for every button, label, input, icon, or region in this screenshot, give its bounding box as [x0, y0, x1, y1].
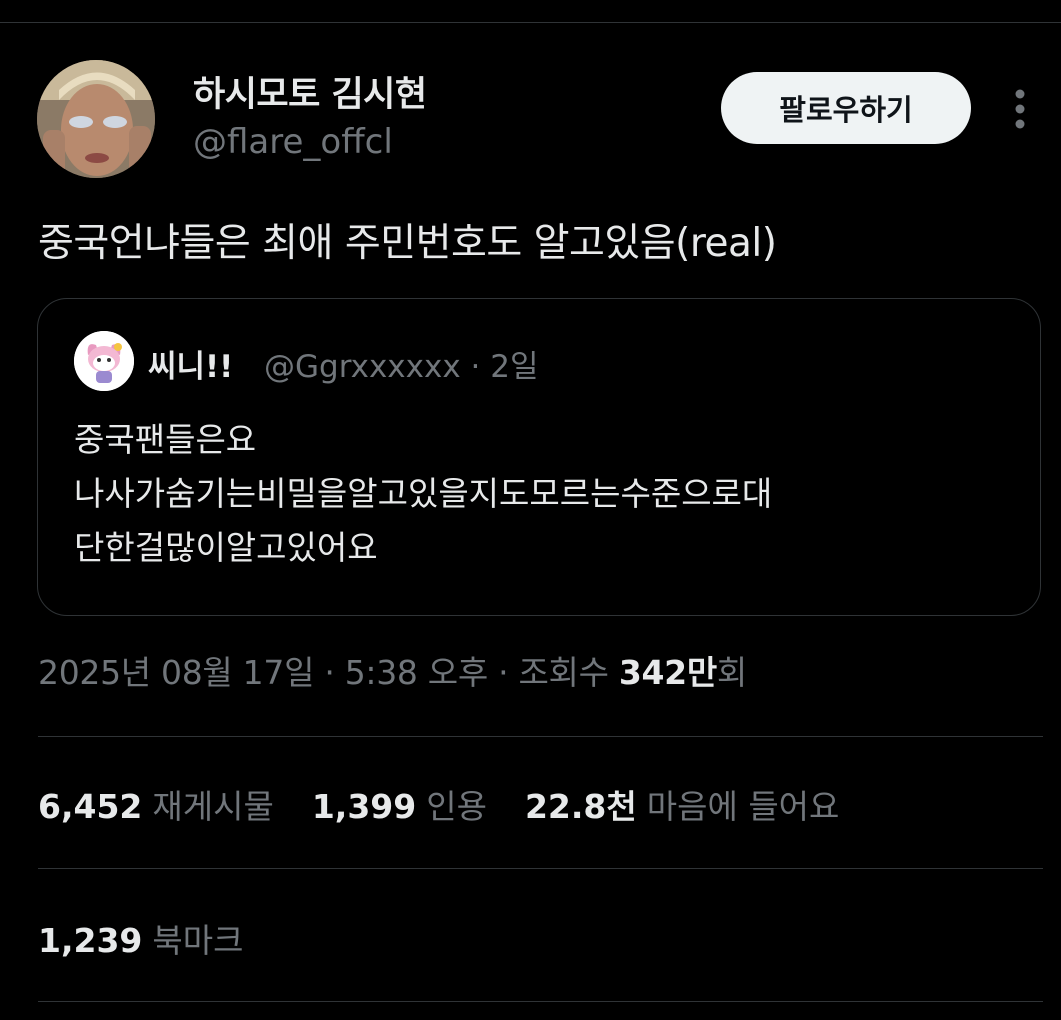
- quoted-tweet-line: 중국팬들은요: [74, 420, 257, 459]
- views-count: 342: [618, 653, 687, 692]
- quoted-author-name[interactable]: 씨니!!: [148, 341, 233, 386]
- reposts-label: 재게시물: [152, 787, 274, 826]
- quoted-author-handle-time: @Ggrxxxxxx · 2일: [264, 349, 539, 385]
- quoted-tweet-line: 단한걸많이알고있어요: [74, 528, 378, 567]
- quoted-tweet-card[interactable]: 씨니!! @Ggrxxxxxx · 2일 중국팬들은요 나사가숨기는비밀을알고있…: [37, 298, 1041, 616]
- bottom-divider: [38, 1001, 1043, 1002]
- engagement-stats: 6,452 재게시물 1,399 인용 22.8천 마음에 들어요: [38, 780, 839, 828]
- author-display-name[interactable]: 하시모토 김시현: [193, 66, 427, 117]
- author-avatar[interactable]: [37, 60, 155, 178]
- bookmarks-count: 1,239: [38, 921, 143, 960]
- likes-label: 마음에 들어요: [646, 787, 840, 826]
- follow-button[interactable]: 팔로우하기: [721, 72, 971, 144]
- bookmarks-stat[interactable]: 1,239 북마크: [38, 914, 243, 962]
- meta-divider: [38, 736, 1043, 737]
- views-unit: 만: [686, 653, 717, 692]
- quoted-avatar-image: [74, 331, 134, 391]
- tweet-timestamp[interactable]: 2025년 08월 17일 · 5:38 오후 · 조회수: [38, 653, 619, 692]
- quotes-label: 인용: [426, 787, 487, 826]
- quotes-stat[interactable]: 1,399 인용: [312, 780, 487, 828]
- top-divider: [0, 22, 1061, 23]
- bookmarks-label: 북마크: [152, 921, 244, 960]
- reposts-stat[interactable]: 6,452 재게시물: [38, 780, 274, 828]
- views-suffix: 회: [716, 653, 747, 692]
- reposts-count: 6,452: [38, 787, 143, 826]
- tweet-meta: 2025년 08월 17일 · 5:38 오후 · 조회수 342만회: [38, 646, 747, 694]
- quoted-tweet-text: 중국팬들은요 나사가숨기는비밀을알고있을지도모르는수준으로대 단한걸많이알고있어…: [74, 413, 772, 575]
- likes-stat[interactable]: 22.8천 마음에 들어요: [525, 780, 839, 828]
- quoted-author-avatar[interactable]: [74, 331, 134, 391]
- author-handle[interactable]: @flare_offcl: [193, 122, 393, 162]
- quoted-tweet-line: 나사가숨기는비밀을알고있을지도모르는수준으로대: [74, 474, 773, 513]
- likes-count: 22.8천: [524, 787, 637, 826]
- more-vertical-icon[interactable]: [1006, 88, 1034, 130]
- quotes-count: 1,399: [311, 787, 417, 826]
- stats-divider: [38, 868, 1043, 869]
- tweet-text: 중국언냐들은 최애 주민번호도 알고있음(real): [38, 221, 777, 266]
- author-avatar-image: [37, 60, 155, 178]
